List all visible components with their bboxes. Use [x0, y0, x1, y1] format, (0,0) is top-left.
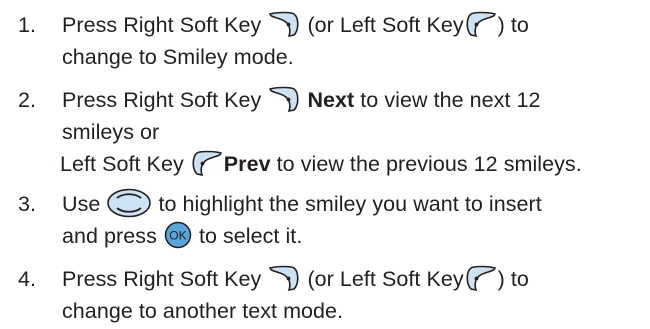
instruction-steps: 1. Press Right Soft Key (or Left Soft Ke…: [0, 0, 650, 329]
right-soft-key-icon: [267, 85, 301, 113]
step-line: Use to highlight the smiley you want to …: [62, 188, 542, 220]
step-line: change to Smiley mode.: [62, 45, 294, 69]
right-soft-key-icon: [267, 10, 301, 38]
step-line: Press Right Soft Key (or Left Soft Key )…: [62, 9, 529, 41]
left-soft-key-icon: [464, 264, 498, 292]
step-line: Press Right Soft Key (or Left Soft Key )…: [62, 263, 529, 295]
next-label: Next: [307, 88, 355, 112]
step-line: Press Right Soft Key Next to view the ne…: [62, 84, 541, 116]
right-soft-key-icon: [267, 264, 301, 292]
step-number: 4.: [18, 267, 36, 291]
step-line: and press OK to select it.: [62, 220, 302, 252]
left-soft-key-icon: [190, 149, 224, 177]
step-line: smileys or: [62, 120, 160, 144]
step-number: 2.: [18, 88, 36, 112]
left-soft-key-icon: [464, 10, 498, 38]
step-number: 1.: [18, 13, 36, 37]
step-line: Left Soft Key Prev to view the previous …: [60, 148, 582, 180]
navigation-key-icon: [106, 188, 152, 218]
svg-text:OK: OK: [169, 229, 186, 243]
ok-key-icon: OK: [163, 221, 193, 249]
prev-label: Prev: [223, 152, 271, 176]
step-number: 3.: [18, 192, 36, 216]
step-line: change to another text mode.: [62, 299, 344, 323]
